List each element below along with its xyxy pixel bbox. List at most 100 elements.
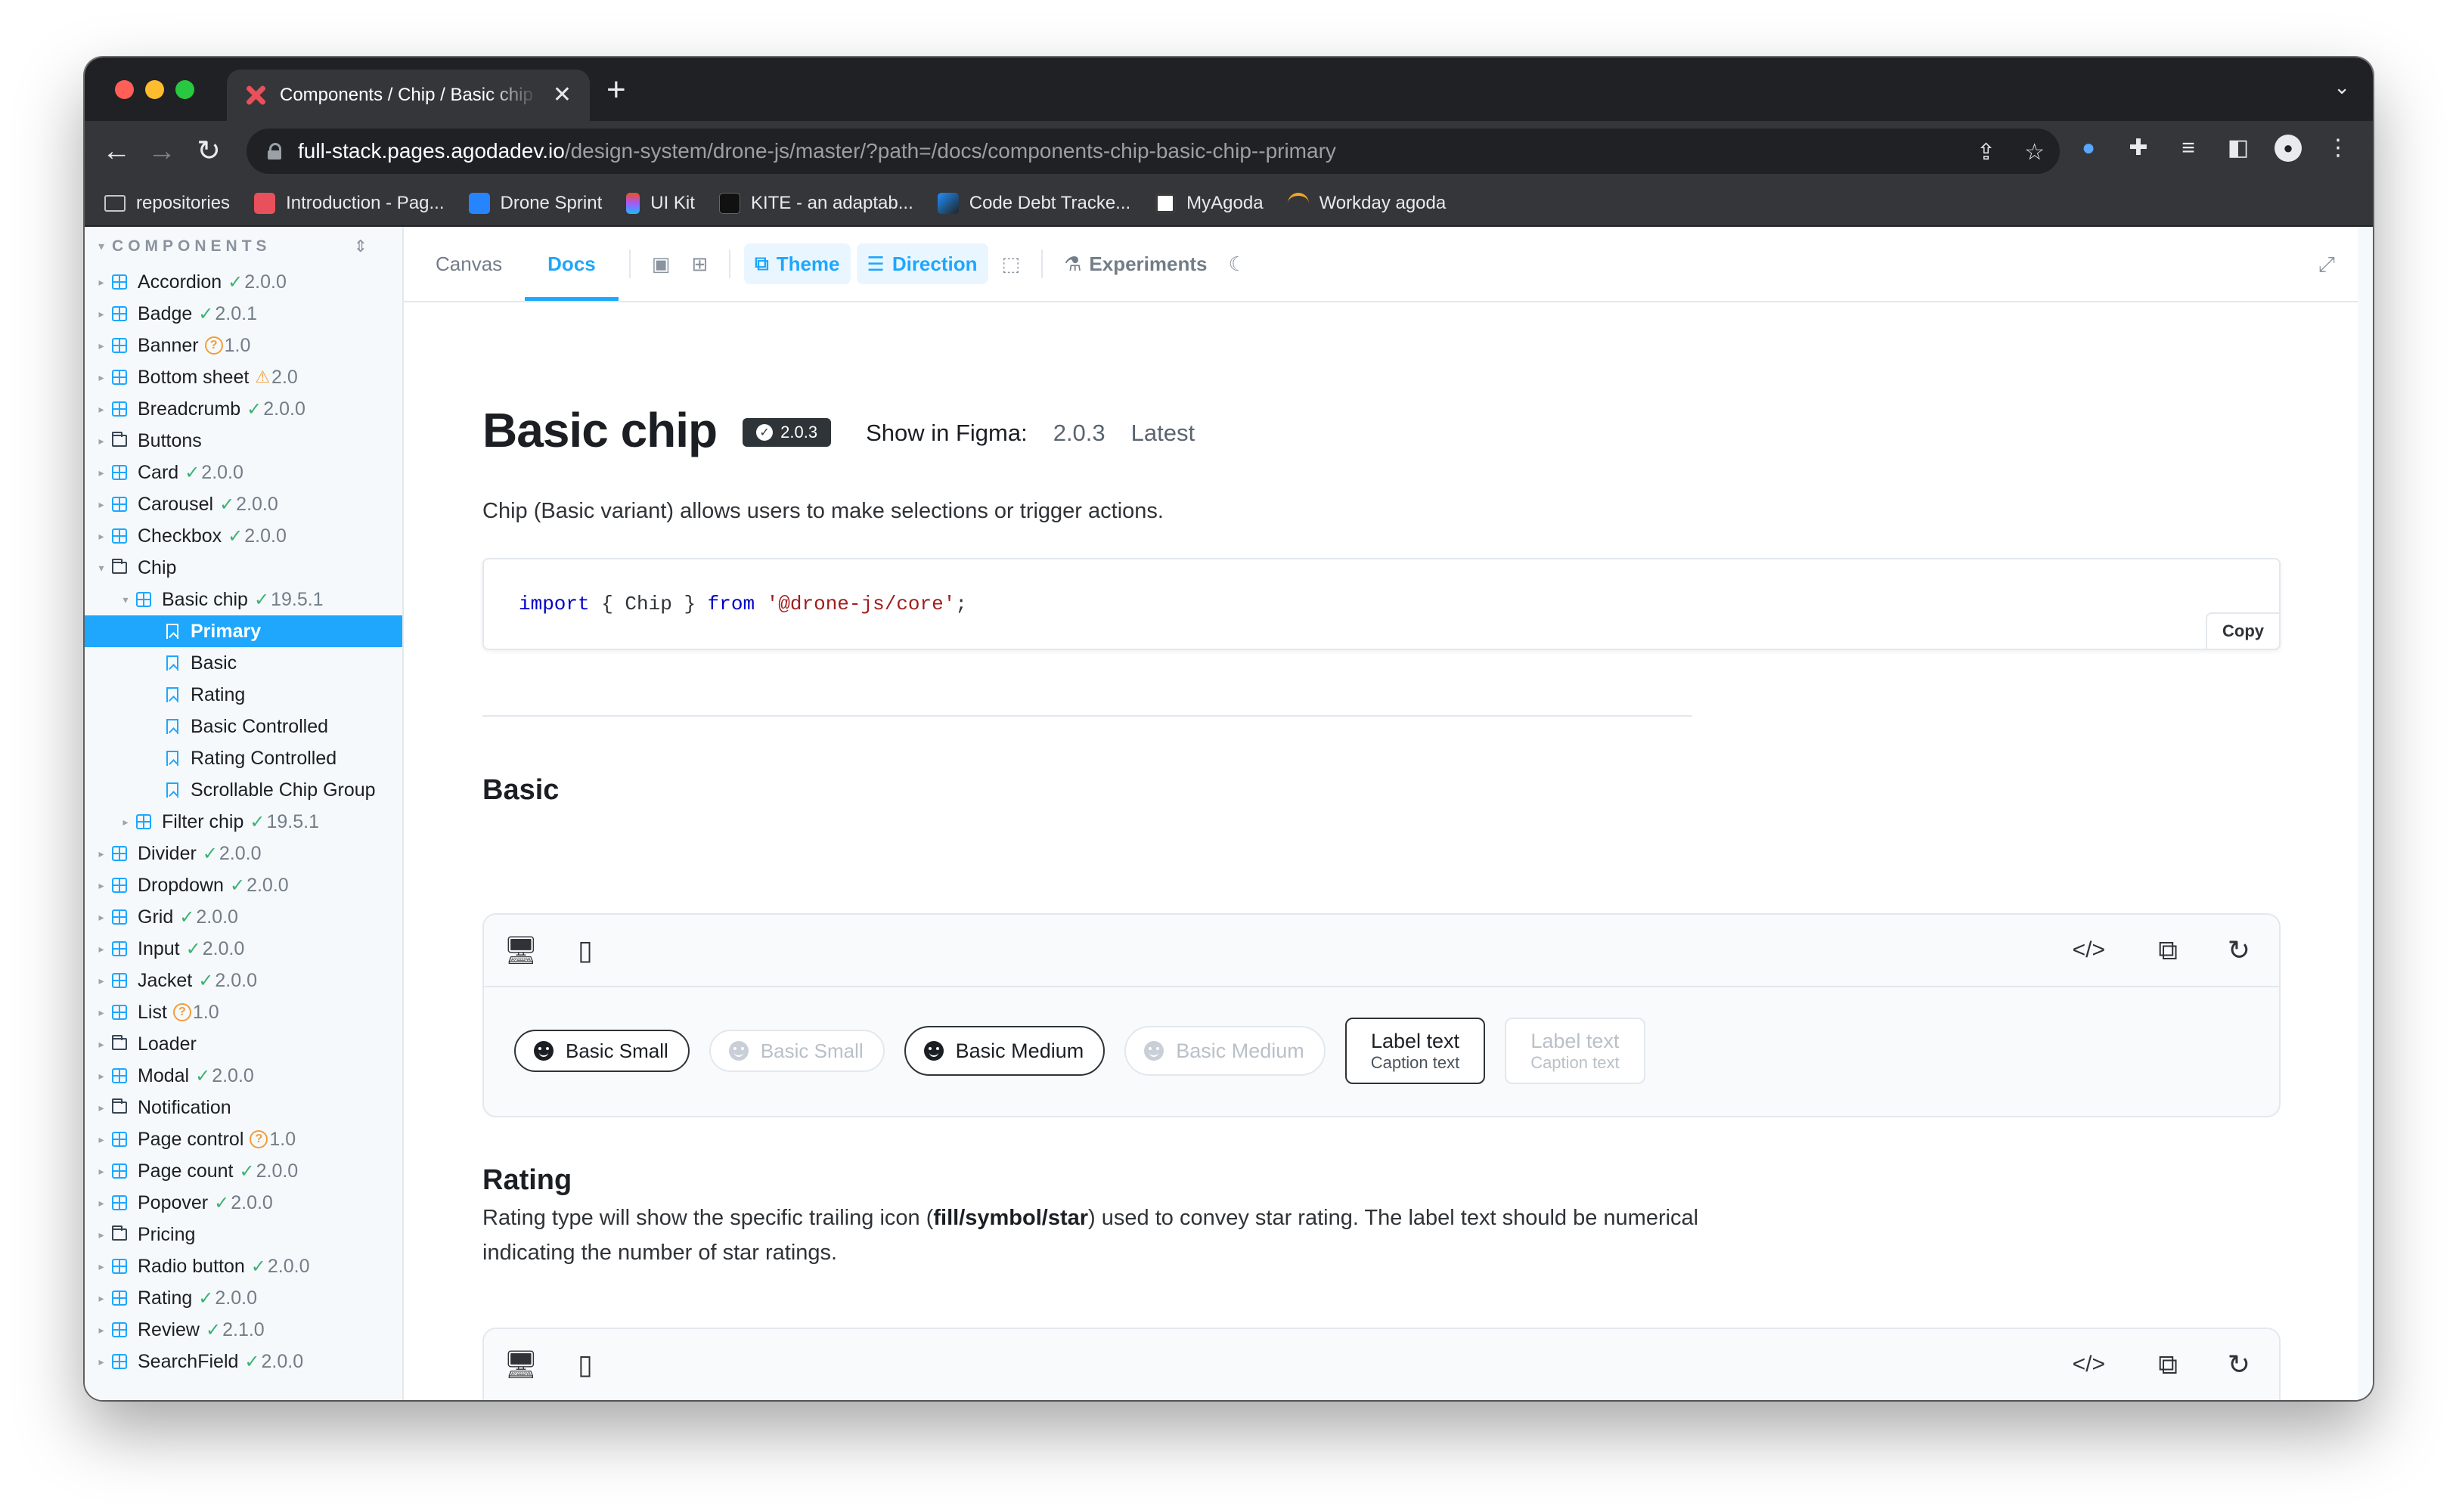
show-code-icon[interactable]: </> bbox=[2073, 1352, 2105, 1377]
sidebar-item-rating-controlled[interactable]: Rating Controlled bbox=[85, 742, 402, 774]
forward-arrow-icon[interactable]: → bbox=[144, 133, 180, 169]
sidebar-item-rating[interactable]: ▸ Rating ✓ 2.0.0 bbox=[85, 1282, 402, 1314]
rating-section-heading: Rating bbox=[482, 1164, 572, 1196]
sidebar-item-dropdown[interactable]: ▸ Dropdown ✓ 2.0.0 bbox=[85, 869, 402, 901]
side-panel-icon[interactable]: ◧ bbox=[2225, 135, 2252, 162]
direction-button[interactable]: ☰ Direction bbox=[856, 243, 988, 284]
bookmark-repositories[interactable]: repositories bbox=[104, 193, 230, 214]
bookmark-workday[interactable]: Workday agoda bbox=[1287, 193, 1446, 214]
lock-icon[interactable] bbox=[268, 143, 281, 160]
outline-icon[interactable]: ⬚ bbox=[991, 227, 1031, 301]
check-icon: ✓ bbox=[228, 525, 243, 547]
sidebar-item-grid[interactable]: ▸ Grid ✓ 2.0.0 bbox=[85, 901, 402, 933]
extension-globe-icon[interactable]: ● bbox=[2075, 135, 2102, 162]
sidebar-item-checkbox[interactable]: ▸ Checkbox ✓ 2.0.0 bbox=[85, 520, 402, 552]
browser-tab-active[interactable]: Components / Chip / Basic chip ✕ bbox=[227, 70, 590, 121]
grid-icon[interactable]: ⊞ bbox=[681, 227, 718, 301]
copy-icon[interactable]: ⧉ bbox=[2158, 1349, 2178, 1381]
extensions-puzzle-icon[interactable]: ✚ bbox=[2125, 135, 2152, 162]
figma-latest-link[interactable]: Latest bbox=[1131, 420, 1195, 447]
show-code-icon[interactable]: </> bbox=[2073, 937, 2105, 963]
sidebar-item-loader[interactable]: ▸ Loader bbox=[85, 1028, 402, 1060]
sidebar-item-primary[interactable]: Primary bbox=[85, 615, 402, 647]
sidebar-item-divider[interactable]: ▸ Divider ✓ 2.0.0 bbox=[85, 838, 402, 869]
sidebar-item-badge[interactable]: ▸ Badge ✓ 2.0.1 bbox=[85, 298, 402, 330]
bookmark-code-debt[interactable]: Code Debt Tracke... bbox=[937, 193, 1130, 214]
label-chip[interactable]: Label text Caption text bbox=[1344, 1018, 1486, 1084]
sidebar-item-page-control[interactable]: ▸ Page control? 1.0 bbox=[85, 1123, 402, 1155]
experiments-button[interactable]: ⚗ Experiments bbox=[1053, 227, 1217, 301]
sidebar-item-accordion[interactable]: ▸ Accordion ✓ 2.0.0 bbox=[85, 266, 402, 298]
sidebar-item-breadcrumb[interactable]: ▸ Breadcrumb ✓ 2.0.0 bbox=[85, 393, 402, 425]
version-label: 2.0.0 bbox=[219, 842, 262, 864]
sidebar-item-buttons[interactable]: ▸ Buttons bbox=[85, 425, 402, 457]
sidebar-item-basic-controlled[interactable]: Basic Controlled bbox=[85, 711, 402, 742]
dark-mode-moon-icon[interactable]: ☾ bbox=[1217, 227, 1256, 301]
warning-icon: ⚠ bbox=[255, 367, 271, 386]
sidebar-item-radio-button[interactable]: ▸ Radio button ✓ 2.0.0 bbox=[85, 1250, 402, 1282]
sidebar-item-scrollable-chip-group[interactable]: Scrollable Chip Group bbox=[85, 774, 402, 806]
import-code[interactable]: import { Chip } from '@drone-js/core'; bbox=[519, 593, 967, 615]
sidebar-item-pricing[interactable]: ▸ Pricing bbox=[85, 1219, 402, 1250]
browser-menu-icon[interactable]: ⋮ bbox=[2324, 135, 2352, 162]
bookmark-drone-sprint[interactable]: Drone Sprint bbox=[468, 193, 602, 214]
sidebar-item-filter-chip[interactable]: ▸ Filter chip ✓ 19.5.1 bbox=[85, 806, 402, 838]
bookmark-label: UI Kit bbox=[650, 193, 695, 213]
desktop-icon[interactable]: 🖥 bbox=[504, 1349, 538, 1380]
address-bar[interactable]: full-stack.pages.agodadev.io /design-sys… bbox=[247, 129, 2060, 174]
chip[interactable]: Basic Small bbox=[514, 1030, 690, 1072]
tab-search-chevron-icon[interactable]: ⌄ bbox=[2334, 76, 2350, 99]
mobile-icon[interactable]: ▯ bbox=[578, 934, 593, 966]
bookmark-introduction[interactable]: Introduction - Pag... bbox=[254, 193, 445, 214]
mobile-icon[interactable]: ▯ bbox=[578, 1349, 593, 1380]
copy-icon[interactable]: ⧉ bbox=[2158, 934, 2178, 967]
desktop-icon[interactable]: 🖥 bbox=[504, 934, 538, 966]
sidebar-item-bottom-sheet[interactable]: ▸ Bottom sheet ⚠ 2.0 bbox=[85, 361, 402, 393]
caret-right-icon: ▸ bbox=[98, 1005, 104, 1018]
sidebar-item-basic-chip[interactable]: ▾ Basic chip ✓ 19.5.1 bbox=[85, 584, 402, 615]
sidebar-item-carousel[interactable]: ▸ Carousel ✓ 2.0.0 bbox=[85, 488, 402, 520]
bookmark-kite[interactable]: KITE - an adaptab... bbox=[718, 193, 913, 214]
bookmark-myagoda[interactable]: MyAgoda bbox=[1155, 193, 1264, 214]
reset-icon[interactable]: ↻ bbox=[2228, 1349, 2250, 1380]
tab-canvas[interactable]: Canvas bbox=[413, 227, 525, 301]
sidebar-item-input[interactable]: ▸ Input ✓ 2.0.0 bbox=[85, 933, 402, 965]
sidebar-item-basic[interactable]: Basic bbox=[85, 647, 402, 679]
share-icon[interactable]: ⇪ bbox=[1977, 139, 1996, 166]
sidebar-item-banner[interactable]: ▸ Banner? 1.0 bbox=[85, 330, 402, 361]
media-queue-icon[interactable]: ≡ bbox=[2175, 135, 2202, 162]
sidebar-item-rating[interactable]: Rating bbox=[85, 679, 402, 711]
bookmark-ui-kit[interactable]: UI Kit bbox=[626, 193, 695, 214]
sidebar-item-searchfield[interactable]: ▸ SearchField ✓ 2.0.0 bbox=[85, 1346, 402, 1377]
close-window-button[interactable] bbox=[115, 80, 134, 99]
sidebar-item-list[interactable]: ▸ List? 1.0 bbox=[85, 996, 402, 1028]
reload-icon[interactable]: ↻ bbox=[191, 133, 227, 169]
sidebar-item-review[interactable]: ▸ Review ✓ 2.1.0 bbox=[85, 1314, 402, 1346]
back-arrow-icon[interactable]: ← bbox=[98, 133, 135, 169]
figma-version-link[interactable]: 2.0.3 bbox=[1053, 420, 1106, 447]
bookmark-star-icon[interactable]: ☆ bbox=[2024, 139, 2045, 166]
sidebar-item-label: Checkbox bbox=[138, 525, 222, 547]
profile-avatar-icon[interactable]: ● bbox=[2275, 135, 2302, 162]
tab-docs[interactable]: Docs bbox=[525, 227, 619, 301]
new-tab-button[interactable]: + bbox=[606, 71, 626, 109]
copy-button[interactable]: Copy bbox=[2206, 612, 2281, 650]
maximize-window-button[interactable] bbox=[175, 80, 194, 99]
sidebar-item-page-count[interactable]: ▸ Page count ✓ 2.0.0 bbox=[85, 1155, 402, 1187]
minimize-window-button[interactable] bbox=[145, 80, 164, 99]
sidebar-item-jacket[interactable]: ▸ Jacket ✓ 2.0.0 bbox=[85, 965, 402, 996]
chip[interactable]: Basic Medium bbox=[904, 1026, 1106, 1076]
tab-close-icon[interactable]: ✕ bbox=[553, 84, 572, 107]
sidebar-item-card[interactable]: ▸ Card ✓ 2.0.0 bbox=[85, 457, 402, 488]
reset-icon[interactable]: ↻ bbox=[2228, 934, 2250, 966]
sidebar-item-popover[interactable]: ▸ Popover ✓ 2.0.0 bbox=[85, 1187, 402, 1219]
background-image-icon[interactable]: ▣ bbox=[641, 227, 681, 301]
fullscreen-icon[interactable]: ⤢ bbox=[2318, 253, 2335, 277]
sidebar-item-chip[interactable]: ▾ Chip bbox=[85, 552, 402, 584]
component-icon bbox=[112, 465, 127, 480]
sidebar-item-modal[interactable]: ▸ Modal ✓ 2.0.0 bbox=[85, 1060, 402, 1092]
sidebar-section-header[interactable]: ▾ COMPONENTS ⇕ bbox=[85, 227, 402, 266]
theme-button[interactable]: ⧉ Theme bbox=[744, 243, 851, 284]
expand-collapse-icon[interactable]: ⇕ bbox=[354, 237, 367, 256]
sidebar-item-notification[interactable]: ▸ Notification bbox=[85, 1092, 402, 1123]
